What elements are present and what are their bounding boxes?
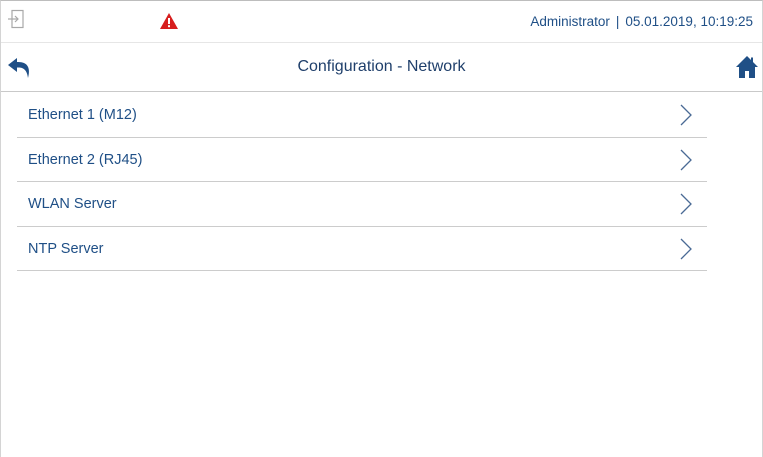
chevron-right-icon: [679, 192, 693, 216]
menu-item-ethernet-1[interactable]: Ethernet 1 (M12): [17, 93, 707, 138]
status-separator: |: [615, 14, 620, 29]
date-time: 05.01.2019, 10:19:25: [625, 14, 753, 29]
chevron-right-icon: [679, 148, 693, 172]
menu-item-label: Ethernet 1 (M12): [28, 107, 137, 123]
screen: Administrator | 05.01.2019, 10:19:25 Confi…: [0, 0, 763, 457]
user-name: Administrator: [530, 14, 610, 29]
chevron-right-icon: [679, 103, 693, 127]
menu-item-label: Ethernet 2 (RJ45): [28, 151, 143, 168]
menu-item-label: WLAN Server: [28, 196, 117, 212]
status-info: Administrator | 05.01.2019, 10:19:25: [530, 14, 753, 29]
home-button[interactable]: [735, 55, 759, 79]
warning-icon[interactable]: [159, 12, 179, 30]
chevron-right-icon: [679, 237, 693, 261]
login-icon[interactable]: [7, 9, 25, 29]
menu-list: Ethernet 1 (M12) Ethernet 2 (RJ45) WLAN …: [17, 93, 707, 271]
home-icon: [736, 56, 758, 78]
page-title: Configuration - Network: [297, 58, 466, 75]
menu-item-wlan-server[interactable]: WLAN Server: [17, 182, 707, 227]
menu-item-ethernet-2[interactable]: Ethernet 2 (RJ45): [17, 138, 707, 182]
menu-item-ntp-server[interactable]: NTP Server: [17, 227, 707, 271]
menu-item-label: NTP Server: [28, 240, 104, 257]
status-bar: Administrator | 05.01.2019, 10:19:25: [1, 1, 762, 43]
title-bar: Configuration - Network: [1, 43, 762, 92]
